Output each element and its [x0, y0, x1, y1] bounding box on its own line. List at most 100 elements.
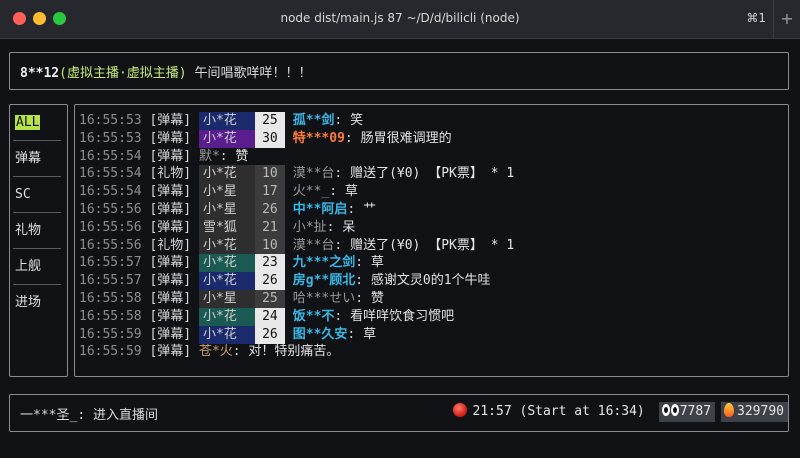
live-record-icon [452, 403, 467, 417]
pinned-text: 午间唱歌咩咩！！！ [194, 66, 312, 81]
message-row: 16:55:56 [礼物] 小*花 10 漠**台: 赠送了(¥0) 【PK票】 … [79, 236, 515, 255]
message-content: 草 [344, 184, 358, 200]
message-time: 16:55:53 [79, 113, 142, 128]
message-time: 16:55:56 [79, 219, 142, 235]
message-user: 图**久安 [292, 326, 348, 342]
new-tab-button[interactable]: + [773, 0, 800, 38]
message-type: [弹幕] [149, 344, 192, 360]
message-type: [弹幕] [149, 255, 192, 271]
message-row: 16:55:57 [弹幕] 小*花 26 房g**顾北: 感谢文灵0的1个牛哇 [79, 272, 491, 291]
message-time: 16:55:58 [79, 308, 142, 324]
pinned-message-panel: 8**12(虚拟主播·虚拟主播) 午间唱歌咩咩！！！ [9, 52, 789, 90]
filter-guard[interactable]: 上舰 [13, 255, 63, 279]
message-content: 赠送了(¥0) 【PK票】 * 1 [350, 166, 515, 182]
fan-medal: 小*花 [198, 112, 255, 130]
message-type: [弹幕] [149, 291, 192, 306]
divider [13, 284, 61, 285]
message-content: 草 [363, 326, 377, 342]
medal-level: 25 [254, 112, 285, 130]
message-user: 房g**顾北 [292, 273, 356, 289]
message-time: 16:55:53 [79, 130, 142, 146]
window-titlebar: node dist/main.js 87 ~/D/d/bilicli (node… [0, 0, 800, 39]
filter-all[interactable]: ALL [13, 111, 63, 135]
pinned-message: 8**12(虚拟主播·虚拟主播) 午间唱歌咩咩！！！ [20, 62, 311, 81]
message-time: 16:55:56 [79, 237, 142, 253]
message-content: 赞 [235, 148, 249, 164]
message-user: 小*扯 [292, 219, 327, 235]
divider [13, 176, 61, 177]
entry-text: 进入直播间 [92, 408, 158, 423]
filter-danmaku[interactable]: 弹幕 [13, 147, 63, 171]
message-row: 16:55:58 [弹幕] 小*星 25 哈***せい: 赞 [79, 290, 384, 308]
message-time: 16:55:58 [79, 291, 142, 306]
entry-notice: 一***圣_: 进入直播间 [20, 408, 158, 423]
message-log[interactable]: 16:55:53 [弹幕] 小*花 25 孤**剑: 笑 16:55:53 [弹幕]… [74, 104, 789, 377]
message-content: 肠胃很难调理的 [360, 130, 452, 146]
fan-medal: 小*花 [198, 165, 255, 184]
medal-level: 26 [254, 201, 285, 219]
message-type: [弹幕] [149, 273, 192, 289]
fan-medal: 小*花 [198, 307, 255, 326]
message-row: 16:55:56 [弹幕] 小*星 26 中**阿启: 艹 [79, 201, 377, 219]
message-row: 16:55:53 [弹幕] 小*花 30 特***09: 肠胃很难调理的 [79, 129, 452, 148]
message-type: [礼物] [149, 166, 192, 182]
message-user: 火**_ [292, 184, 330, 200]
filter-sc[interactable]: SC [13, 183, 63, 207]
message-row: 16:55:57 [弹幕] 小*花 23 九***之剑: 草 [79, 254, 384, 273]
filter-enter[interactable]: 进场 [13, 291, 63, 315]
fan-medal: 小*花 [198, 325, 255, 344]
message-content: 呆 [342, 219, 356, 235]
popularity-badge: 329790 [721, 402, 788, 422]
message-row: 16:55:54 [礼物] 小*花 10 漠**台: 赠送了(¥0) 【PK票】 … [79, 165, 515, 184]
message-row: 16:55:54 [弹幕] 小*星 17 火**_: 草 [79, 183, 358, 202]
fan-medal: 小*星 [198, 183, 255, 202]
fan-medal: 小*花 [198, 129, 255, 148]
medal-level: 26 [254, 325, 285, 344]
fan-medal: 小*花 [198, 236, 255, 255]
fan-medal: 雪*狐 [198, 218, 255, 237]
message-user: 孤**剑 [292, 113, 335, 128]
message-content: 看咩咩饮食习惯吧 [350, 308, 455, 324]
message-row: 16:55:59 [弹幕] 小*花 26 图**久安: 草 [79, 325, 377, 344]
message-content: 艹 [363, 202, 377, 217]
message-time: 16:55:54 [79, 166, 142, 182]
medal-level: 24 [254, 307, 285, 326]
message-type: [弹幕] [149, 326, 192, 342]
fire-icon [724, 403, 735, 417]
message-user: 饭**不 [292, 308, 335, 324]
message-row: 16:55:59 [弹幕] 苍*火: 对！特别痛苦。 [79, 344, 340, 360]
message-time: 16:55:56 [79, 202, 142, 217]
divider [13, 248, 61, 249]
message-time: 16:55:59 [79, 344, 142, 360]
medal-level: 21 [254, 218, 285, 237]
message-user: 苍*火 [198, 344, 233, 360]
message-time: 16:55:57 [79, 273, 142, 289]
message-type: [弹幕] [149, 202, 192, 217]
message-user: 默* [198, 148, 220, 164]
message-type: [弹幕] [149, 184, 192, 200]
message-user: 特***09 [292, 130, 345, 146]
message-user: 哈***せい [292, 291, 356, 306]
message-user: 漠**台 [292, 166, 335, 182]
entry-user: 一***圣_ [20, 408, 78, 423]
pinned-user: 8**12 [20, 66, 60, 81]
viewers-badge: 7787 [658, 402, 716, 422]
tab-shortcut: ⌘1 [746, 11, 766, 25]
message-row: 16:55:58 [弹幕] 小*花 24 饭**不: 看咩咩饮食习惯吧 [79, 307, 455, 326]
medal-level: 25 [254, 290, 285, 308]
medal-level: 26 [254, 272, 285, 291]
medal-level: 10 [254, 165, 285, 184]
message-content: 对！特别痛苦。 [248, 344, 340, 360]
message-time: 16:55:57 [79, 255, 142, 271]
eyes-icon [661, 404, 680, 416]
message-content: 感谢文灵0的1个牛哇 [370, 273, 491, 289]
message-type: [弹幕] [149, 130, 192, 146]
window-title: node dist/main.js 87 ~/D/d/bilicli (node… [280, 11, 520, 25]
message-user: 九***之剑 [292, 255, 356, 271]
status-bar: 一***圣_: 进入直播间 21:57 (Start at 16:34) 7787… [9, 394, 789, 432]
filter-gift[interactable]: 礼物 [13, 219, 63, 243]
message-user: 中**阿启 [292, 202, 348, 217]
message-type: [弹幕] [149, 148, 192, 164]
message-content: 赞 [370, 291, 384, 306]
message-row: 16:55:54 [弹幕] 默*: 赞 [79, 148, 249, 164]
